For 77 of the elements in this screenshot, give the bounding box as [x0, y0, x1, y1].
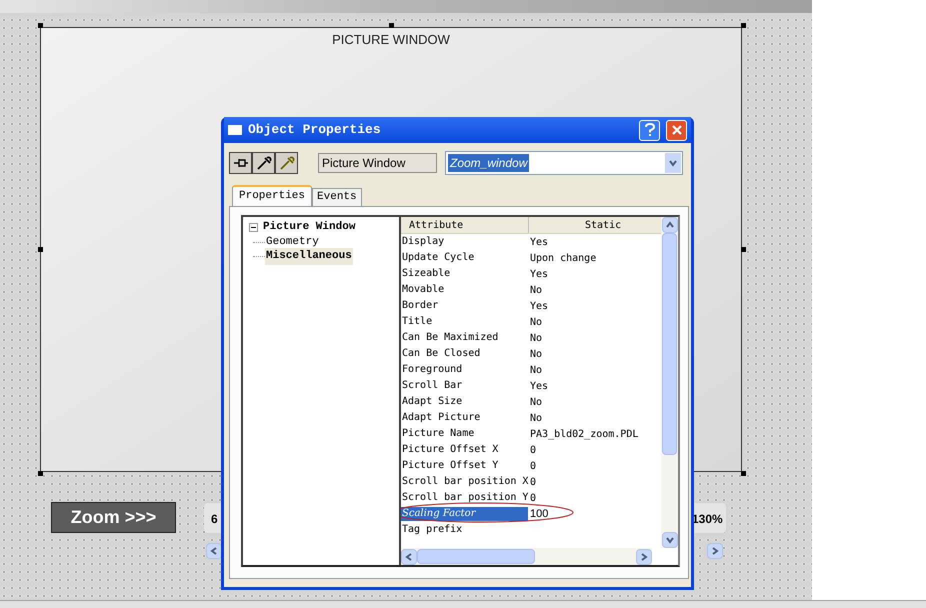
attribute-cell[interactable]: Movable — [401, 283, 528, 297]
horizontal-scrollbar[interactable] — [401, 548, 652, 565]
scroll-arrow-button[interactable] — [707, 543, 723, 559]
zoom-min-label: 6 — [211, 511, 218, 528]
dropdown-arrow-button[interactable] — [665, 153, 681, 173]
value-cell[interactable]: No — [528, 330, 542, 346]
scroll-arrow-button[interactable] — [662, 217, 678, 233]
object-name-value: Zoom_window — [448, 154, 530, 172]
pipette-icon[interactable] — [252, 152, 275, 174]
scroll-arrow-button[interactable] — [206, 543, 222, 559]
value-cell[interactable]: Upon change — [528, 250, 596, 266]
selection-handle[interactable] — [38, 247, 43, 252]
attribute-cell[interactable]: Scroll bar position Y — [401, 491, 528, 505]
value-cell[interactable]: Yes — [528, 298, 548, 314]
selection-handle[interactable] — [38, 23, 43, 28]
value-cell[interactable]: Yes — [528, 266, 548, 282]
column-header[interactable]: Static — [529, 217, 661, 233]
tree-item[interactable]: Miscellaneous — [265, 248, 353, 265]
value-cell[interactable]: 0 — [528, 458, 536, 474]
scrollbar-thumb[interactable] — [662, 233, 677, 455]
attribute-cell[interactable]: Title — [401, 315, 528, 329]
value-cell[interactable]: No — [528, 394, 542, 410]
selection-handle[interactable] — [741, 247, 746, 252]
attribute-cell[interactable]: Picture Name — [401, 427, 528, 441]
value-cell[interactable]: No — [528, 314, 542, 330]
value-cell[interactable]: PA3_bld02_zoom.PDL — [528, 426, 638, 442]
attribute-cell[interactable]: Picture Offset X — [401, 443, 528, 457]
value-cell[interactable]: 0 — [528, 474, 536, 490]
attribute-cell[interactable]: Tag prefix — [401, 523, 528, 537]
tree-toggle-icon[interactable] — [249, 222, 258, 232]
scroll-arrow-button[interactable] — [636, 548, 652, 564]
tree-item[interactable]: Geometry — [265, 234, 320, 251]
pipette-icon[interactable] — [275, 152, 298, 174]
help-icon[interactable] — [639, 120, 660, 140]
selection-handle[interactable] — [741, 23, 746, 28]
value-cell[interactable]: No — [528, 362, 542, 378]
value-cell[interactable]: Yes — [528, 378, 548, 394]
window-title: Object Properties — [248, 121, 382, 140]
attribute-cell[interactable]: Scaling Factor — [401, 507, 528, 521]
object-name-dropdown[interactable]: Zoom_window — [445, 151, 683, 175]
value-cell[interactable]: No — [528, 282, 542, 298]
selection-handle[interactable] — [741, 471, 746, 476]
picture-window-label: PICTURE WINDOW — [332, 31, 450, 49]
attribute-cell[interactable]: Foreground — [401, 363, 528, 377]
tab[interactable]: Events — [312, 188, 362, 206]
attribute-cell[interactable]: Adapt Picture — [401, 411, 528, 425]
vertical-scrollbar[interactable] — [661, 217, 678, 548]
attribute-cell[interactable]: Update Cycle — [401, 251, 528, 265]
value-cell[interactable]: No — [528, 346, 542, 362]
window-icon — [228, 125, 242, 135]
attribute-cell[interactable]: Scroll Bar — [401, 379, 528, 393]
attribute-cell[interactable]: Border — [401, 299, 528, 313]
scroll-arrow-button[interactable] — [662, 532, 678, 548]
tab[interactable]: Properties — [232, 185, 312, 206]
zoom-max-label: 130% — [692, 511, 723, 528]
tree-item[interactable]: Picture Window — [263, 219, 356, 236]
scrollbar-thumb[interactable] — [417, 549, 535, 564]
pin-icon[interactable] — [229, 152, 252, 174]
attribute-cell[interactable]: Scroll bar position X — [401, 475, 528, 489]
value-cell[interactable]: 0 — [528, 442, 536, 458]
value-cell[interactable]: 0 — [528, 490, 536, 506]
selection-handle[interactable] — [38, 471, 43, 476]
attribute-cell[interactable]: Adapt Size — [401, 395, 528, 409]
attribute-cell[interactable]: Can Be Closed — [401, 347, 528, 361]
object-type-field: Picture Window — [318, 153, 437, 173]
value-cell[interactable]: 100 — [528, 506, 548, 522]
value-cell[interactable]: Yes — [528, 234, 548, 250]
value-cell[interactable]: No — [528, 410, 542, 426]
attribute-cell[interactable]: Picture Offset Y — [401, 459, 528, 473]
column-header[interactable]: Attribute — [401, 217, 529, 233]
scroll-arrow-button[interactable] — [401, 548, 417, 564]
close-icon[interactable] — [666, 120, 687, 140]
attribute-cell[interactable]: Sizeable — [401, 267, 528, 281]
selection-handle[interactable] — [389, 23, 394, 28]
attribute-cell[interactable]: Can Be Maximized — [401, 331, 528, 345]
attribute-cell[interactable]: Display — [401, 235, 528, 249]
zoom-button[interactable]: Zoom >>> — [51, 502, 176, 533]
